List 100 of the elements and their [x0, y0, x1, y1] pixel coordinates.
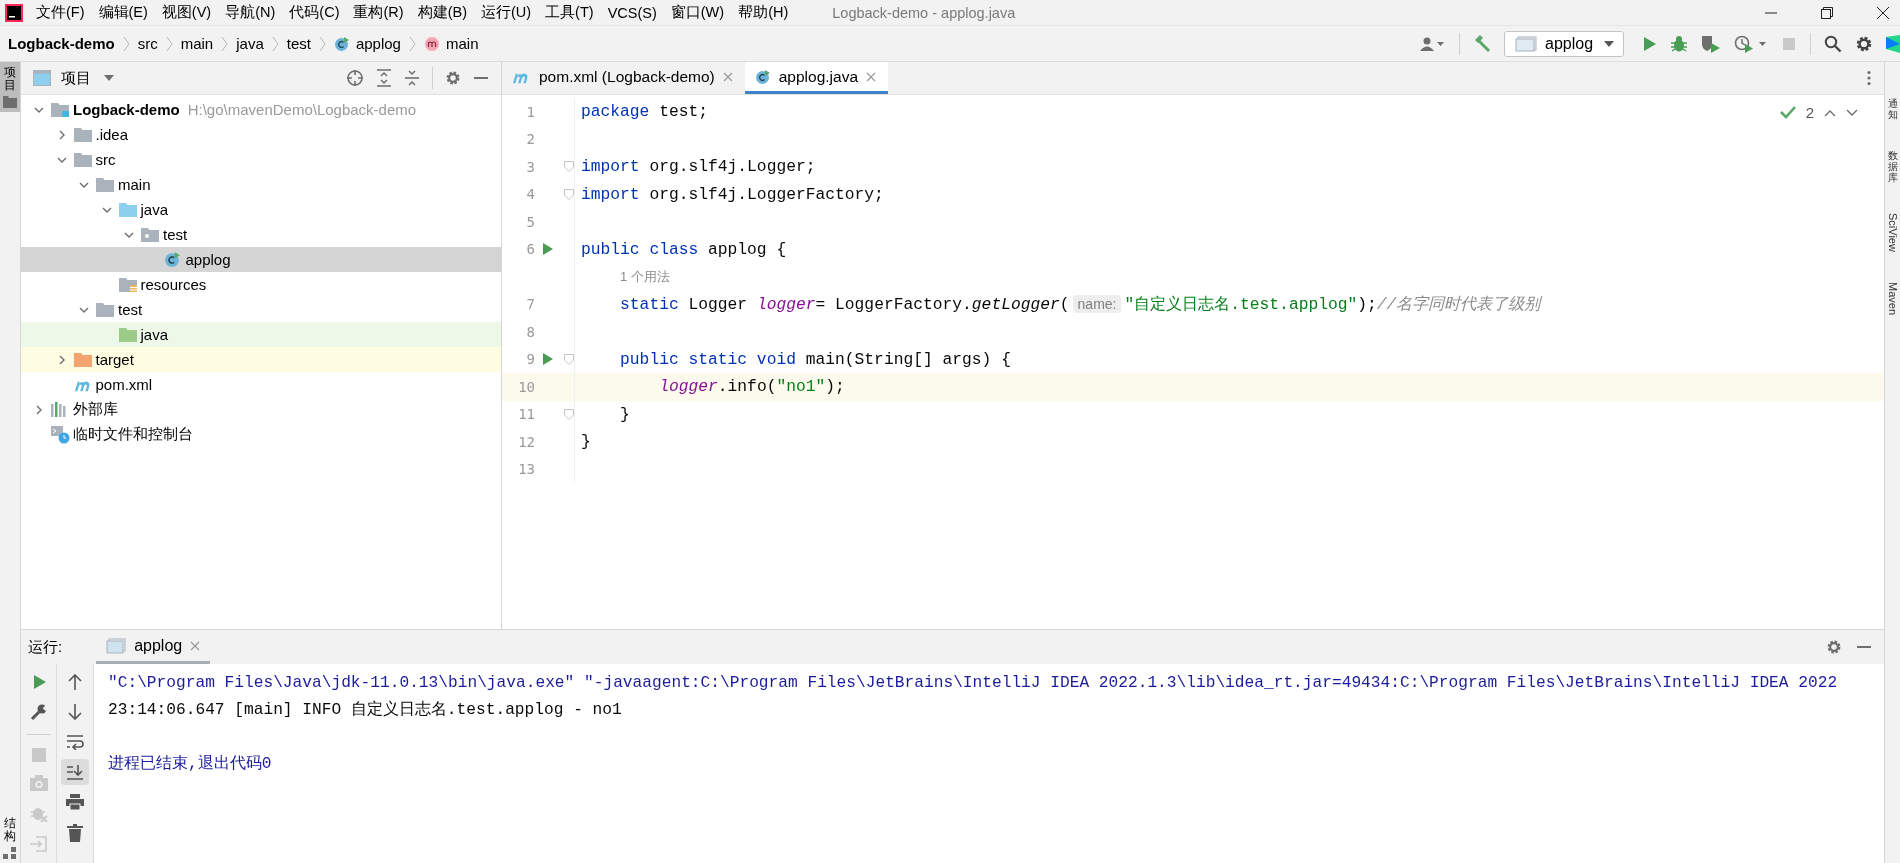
tool-window-button[interactable]: 通知 — [1885, 98, 1900, 120]
expand-all-icon[interactable] — [376, 69, 392, 87]
restore-icon[interactable] — [1820, 5, 1834, 20]
tree-row[interactable]: pom.xml — [21, 372, 501, 397]
line-number: 4 — [525, 186, 535, 203]
code-line: import org.slf4j.LoggerFactory; — [581, 184, 884, 204]
module-path: H:\go\mavenDemo\Logback-demo — [187, 101, 417, 118]
tree-row[interactable]: java — [21, 197, 501, 222]
profiler-icon[interactable] — [1734, 34, 1768, 53]
library-icon — [51, 402, 68, 417]
tab-label: applog.java — [778, 67, 859, 86]
run-configuration-dropdown[interactable]: applog — [1504, 30, 1624, 57]
breadcrumb[interactable]: main — [180, 35, 214, 52]
tree-item-label: applog — [185, 251, 231, 268]
menu-item[interactable]: 代码(C) — [289, 3, 340, 22]
user-icon[interactable] — [1420, 35, 1446, 52]
bug-icon[interactable] — [1670, 34, 1688, 53]
more-icon[interactable] — [1866, 70, 1872, 86]
window-icon — [33, 70, 51, 86]
tree-item-label: 外部库 — [73, 400, 118, 419]
tree-row[interactable]: main — [21, 172, 501, 197]
chevron-down-icon[interactable] — [1846, 108, 1858, 117]
line-number: 9 — [525, 351, 535, 368]
window-title: Logback-demo - applog.java — [832, 4, 1016, 21]
tool-window-button[interactable]: 数据库 — [1885, 150, 1900, 183]
menu-item[interactable]: 帮助(H) — [738, 3, 789, 22]
run-icon[interactable] — [541, 243, 553, 256]
tree-item-label: java — [140, 326, 169, 343]
caret-icon[interactable] — [103, 74, 115, 82]
menu-item[interactable]: 重构(R) — [353, 3, 404, 22]
tree-row[interactable]: Logback-demo H:\go\mavenDemo\Logback-demo — [21, 97, 501, 122]
arrow-down-icon[interactable] — [68, 704, 82, 720]
target-icon[interactable] — [346, 69, 364, 87]
settings-icon[interactable] — [1826, 639, 1842, 655]
chevron-up-icon[interactable] — [1824, 108, 1836, 117]
panel-title[interactable]: 项目 — [61, 68, 91, 88]
tool-window-button[interactable]: Maven — [1885, 281, 1900, 315]
check-icon[interactable] — [1779, 105, 1796, 120]
folder-icon — [118, 202, 137, 217]
breadcrumb[interactable]: applog — [355, 35, 401, 52]
breadcrumb[interactable]: java — [236, 35, 264, 52]
print-icon[interactable] — [66, 794, 84, 810]
tree-row[interactable]: 临时文件和控制台 — [21, 422, 501, 447]
tree-row[interactable]: test — [21, 297, 501, 322]
tree-row[interactable]: src — [21, 147, 501, 172]
menu-item[interactable]: VCS(S) — [607, 4, 657, 21]
tree-row[interactable]: test — [21, 222, 501, 247]
class-icon — [163, 251, 181, 268]
line-number: 12 — [517, 433, 535, 450]
tree-row[interactable]: applog — [21, 247, 501, 272]
usage-hint[interactable]: 1 个用法 — [620, 269, 670, 285]
menu-item[interactable]: 运行(U) — [480, 3, 532, 22]
line-number: 7 — [525, 296, 535, 313]
menu-item[interactable]: 工具(T) — [545, 3, 594, 22]
breadcrumb[interactable]: main — [445, 35, 479, 52]
editor-tab[interactable]: pom.xml (Logback-demo) — [502, 62, 745, 94]
settings-icon[interactable] — [1855, 34, 1873, 53]
scroll-to-end-button[interactable] — [61, 759, 89, 785]
arrow-up-icon[interactable] — [68, 674, 82, 690]
collapse-all-icon[interactable] — [404, 69, 420, 87]
tool-window-button[interactable]: 项目 — [0, 62, 20, 113]
tree-row[interactable]: .idea — [21, 122, 501, 147]
menu-item[interactable]: 导航(N) — [225, 3, 276, 22]
run-icon[interactable] — [541, 353, 553, 366]
menu-item[interactable]: 文件(F) — [36, 3, 85, 22]
chevron-right-icon — [165, 35, 173, 52]
breadcrumb[interactable]: Logback-demo — [8, 35, 115, 52]
tool-window-button[interactable]: 结构 — [0, 812, 20, 863]
chevron-right-icon[interactable] — [34, 404, 44, 415]
trash-icon[interactable] — [67, 824, 83, 842]
hammer-icon[interactable] — [1473, 34, 1491, 53]
line-number: 13 — [517, 461, 535, 478]
line-number: 5 — [525, 213, 535, 230]
settings-icon[interactable] — [445, 70, 461, 86]
tree-item-label: target — [95, 351, 134, 368]
soft-wrap-icon[interactable] — [66, 734, 84, 750]
plugin-logo-icon[interactable] — [1886, 34, 1900, 53]
structure-icon — [3, 847, 17, 859]
inspection-count[interactable]: 2 — [1805, 104, 1814, 121]
coverage-icon[interactable] — [1701, 34, 1721, 53]
menu-item[interactable]: 窗口(W) — [670, 3, 725, 22]
breadcrumb[interactable]: test — [286, 35, 311, 52]
search-icon[interactable] — [1824, 34, 1842, 53]
menu-item[interactable]: 编辑(E) — [98, 3, 148, 22]
breadcrumb[interactable]: src — [137, 35, 158, 52]
console-line: 进程已结束,退出代码0 — [108, 754, 273, 775]
class-icon — [333, 35, 350, 52]
editor-tab[interactable]: applog.java — [744, 62, 889, 94]
run-icon[interactable] — [1641, 35, 1657, 52]
code-line: logger.info("no1"); — [658, 377, 845, 397]
tool-window-button[interactable]: SciView — [1885, 213, 1900, 252]
tree-row[interactable]: resources — [21, 272, 501, 297]
chevron-right-icon — [221, 35, 229, 52]
menu-item[interactable]: 构建(B) — [417, 3, 467, 22]
tree-row[interactable]: 外部库 — [21, 397, 501, 422]
menu-item[interactable]: 视图(V) — [161, 3, 212, 22]
tree-row[interactable]: java — [21, 322, 501, 347]
close-icon[interactable] — [1876, 5, 1890, 20]
tree-row[interactable]: target — [21, 347, 501, 372]
wrench-icon[interactable] — [29, 703, 48, 721]
